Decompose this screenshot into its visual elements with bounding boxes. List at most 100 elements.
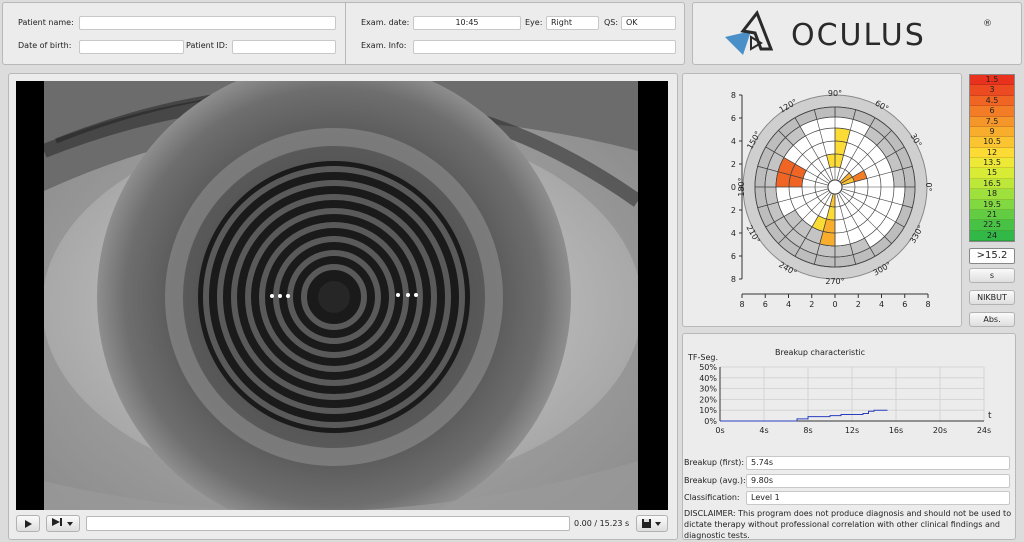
eye-image [16,81,668,510]
polar-y-tick: 0 [731,183,736,192]
polar-angle-label: 270° [825,277,844,286]
polar-y-tick: 6 [731,114,736,123]
qs-field[interactable]: OK [621,16,676,30]
exam-date-label: Exam. date: [361,18,410,27]
breakup-x-tick: 12s [845,426,859,435]
polar-map[interactable]: 8642024688 6 4 2 0 2 4 6 890°60°30°0°330°300°270… [682,73,962,327]
color-scale-cell: 15 [970,168,1014,179]
breakup-y-tick: 0% [704,417,717,426]
polar-y-tick: 8 [731,91,736,100]
polar-x-tick: 4 [786,300,791,309]
polar-angle-label: 180° [737,177,746,196]
color-scale-cell: 19.5 [970,199,1014,210]
color-scale-cell: 6 [970,106,1014,117]
polar-x-tick: 6 [902,300,907,309]
breakup-first-field: 5.74s [746,456,1010,470]
color-scale-cells: 1.5 3 4.5 6 7.5 9 10.5 12 13.5 15 16.5 18 19.5 21 22.5… [970,75,1014,241]
slow-motion-button[interactable] [46,515,80,532]
polar-center [827,179,843,195]
color-scale-cell: 13.5 [970,158,1014,169]
polar-x-tick: 4 [879,300,884,309]
save-button[interactable] [636,515,668,532]
eye-field[interactable]: Right [546,16,599,30]
exam-info-field[interactable] [413,40,676,54]
polar-x-tick: 0 [832,300,837,309]
polar-x-tick: 8 [739,300,744,309]
date-of-birth-label: Date of birth: [18,41,72,50]
polar-y-tick: 4 [731,229,736,238]
playback-time: 0.00 / 15.23 s [574,519,630,528]
breakup-avg-label: Breakup (avg.): [684,476,746,485]
color-scale-cell: 16.5 [970,178,1014,190]
patient-name-field[interactable] [79,16,336,30]
breakup-x-tick: 8s [803,426,812,435]
breakup-x-tick: 0s [715,426,724,435]
breakup-y-tick: 50% [699,363,717,372]
breakup-chart-xlabel: t [988,411,992,421]
breakup-x-tick: 24s [977,426,991,435]
breakup-first-label: Breakup (first): [684,458,745,467]
breakup-y-tick: 10% [699,406,717,415]
color-scale-cell: 9 [970,126,1014,138]
breakup-y-tick: 40% [699,374,717,383]
exam-info-label: Exam. Info: [361,41,407,50]
polar-y-tick: 6 [731,252,736,261]
play-button[interactable] [16,515,40,532]
color-scale-cell: 24 [970,230,1014,241]
breakup-chart-ylabel: TF-Seg. [687,353,718,362]
polar-x-tick: 6 [763,300,768,309]
polar-x-tick: 2 [809,300,814,309]
eye-image-view[interactable] [16,81,668,510]
breakup-avg-field: 9.80s [746,474,1010,488]
color-scale-cell: 10.5 [970,137,1014,148]
play-icon [25,519,32,528]
polar-y-tick: 8 [731,275,736,284]
breakup-x-tick: 20s [933,426,947,435]
color-scale-cell: 7.5 [970,116,1014,127]
color-scale-cell: 21 [970,209,1014,221]
color-scale: 1.5 3 4.5 6 7.5 9 10.5 12 13.5 15 16.5 18 19.5 21 22.5… [969,74,1015,242]
patient-info-panel: Patient name: Date of birth: Patient ID: [2,2,345,65]
logo-registered: ® [983,19,992,29]
classification-field: Level 1 [746,491,1010,505]
polar-y-tick: 4 [731,137,736,146]
classification-label: Classification: [684,493,740,502]
polar-x-tick: 2 [856,300,861,309]
date-of-birth-field[interactable] [79,40,184,54]
slow-motion-icon [52,518,73,526]
abs-button[interactable]: Abs. [969,312,1015,327]
exam-info-panel: Exam. date: 10:45 Eye: Right QS: OK Exam… [345,2,685,65]
polar-y-tick: 2 [731,206,736,215]
oculus-logo-icon [725,9,774,55]
breakup-y-tick: 30% [699,385,717,394]
color-scale-cell: 3 [970,85,1014,96]
breakup-chart-title: Breakup characteristic [775,348,865,357]
breakup-chart: Breakup characteristicTF-Seg.t50%40%30%2… [687,348,992,435]
breakup-y-tick: 20% [699,395,717,404]
eye-label: Eye: [525,18,543,27]
polar-y-tick: 2 [731,160,736,169]
polar-angle-label: 90° [828,89,842,98]
patient-id-field[interactable] [232,40,336,54]
color-scale-cell: 4.5 [970,95,1014,107]
qs-label: QS: [604,18,619,27]
seconds-button[interactable]: s [969,268,1015,283]
disclaimer-text: DISCLAIMER: This program does not produc… [684,509,1012,540]
patient-id-label: Patient ID: [186,41,228,50]
logo-panel: OCULUS ® [692,2,1022,65]
breakup-series-line [720,409,888,422]
logo-text: OCULUS [791,18,926,53]
polar-x-tick: 8 [925,300,930,309]
breakup-x-tick: 16s [889,426,903,435]
exam-date-field[interactable]: 10:45 [413,16,521,30]
color-scale-cell: 12 [970,147,1014,158]
color-scale-cell: 22.5 [970,220,1014,231]
scale-value-display: >15.2 [969,248,1015,264]
save-icon [642,519,661,528]
color-scale-cell: 1.5 [970,75,1014,86]
polar-angle-label: 0° [924,182,933,191]
nikbut-button[interactable]: NIKBUT [969,290,1015,305]
color-scale-cell: 18 [970,189,1014,200]
breakup-x-tick: 4s [759,426,768,435]
playback-progress-bar[interactable] [86,516,570,531]
